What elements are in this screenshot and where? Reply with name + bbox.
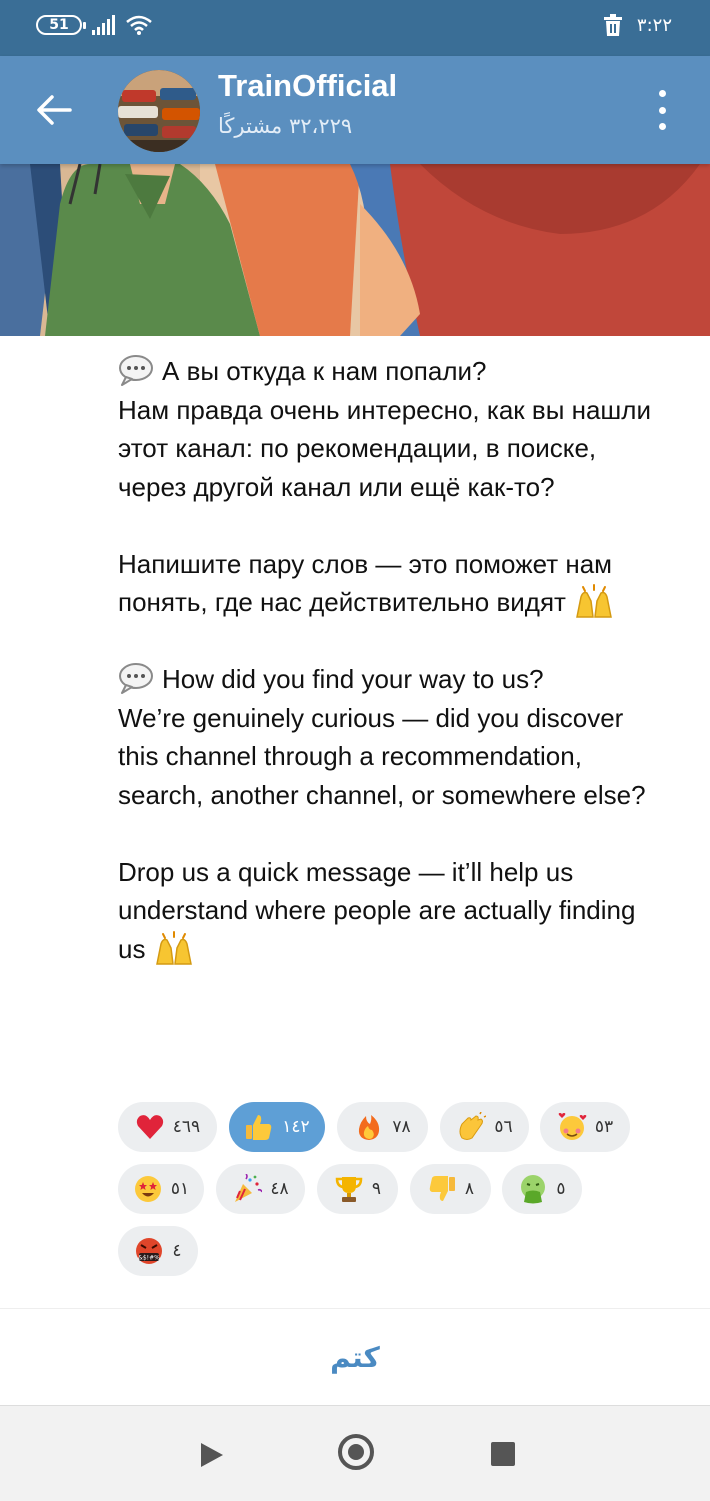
chat-header: TrainOfficial ۳۲،۲۲۹ مشترکًا: [0, 56, 710, 164]
paragraph-2: Напишите пару слов — это поможет нам пон…: [118, 545, 658, 622]
vomit-face-icon: [521, 1175, 546, 1204]
post-image[interactable]: [0, 164, 710, 336]
reaction-trophy[interactable]: ٩: [317, 1164, 398, 1214]
battery-icon: 51: [36, 15, 86, 35]
channel-avatar[interactable]: [118, 70, 200, 152]
thumbs-up-icon: [246, 1115, 272, 1140]
reaction-heart[interactable]: ٤٦٩: [118, 1102, 217, 1152]
wifi-icon: [126, 15, 152, 35]
status-time: ۳:۲۲: [636, 14, 672, 36]
signal-icon: [92, 15, 115, 35]
reaction-thumbs-up[interactable]: ١٤٢: [229, 1102, 325, 1152]
speech-bubble-icon: [119, 355, 153, 386]
party-popper-icon: [235, 1174, 263, 1202]
post-text: А вы откуда к нам попали? Нам правда оче…: [118, 352, 658, 968]
paragraph-4: Drop us a quick message — it’ll help us …: [118, 856, 636, 965]
star-struck-icon: [134, 1176, 161, 1202]
raised-hands-icon: [155, 930, 192, 965]
trophy-icon: [335, 1177, 363, 1202]
divider: [0, 1308, 710, 1309]
reaction-fire[interactable]: ٧٨: [337, 1102, 428, 1152]
fire-icon: [359, 1115, 380, 1140]
reaction-party-popper[interactable]: ٤٨: [216, 1164, 305, 1214]
thumbs-down-icon: [429, 1176, 455, 1201]
reaction-clap[interactable]: ٥٦: [440, 1102, 529, 1152]
cursing-face-icon: &$!#%: [136, 1238, 163, 1264]
more-options-icon[interactable]: [650, 90, 674, 130]
reaction-smiling-hearts[interactable]: ٥٣: [540, 1102, 630, 1152]
trash-icon: [603, 14, 622, 36]
subscriber-count: ۳۲،۲۲۹ مشترکًا: [218, 114, 353, 138]
system-nav-bar: [0, 1405, 710, 1501]
clap-icon: [459, 1112, 487, 1140]
nav-recents-icon[interactable]: [491, 1442, 515, 1466]
raised-hands-icon: [576, 584, 613, 618]
heart-icon: [136, 1115, 163, 1139]
nav-home-icon[interactable]: [338, 1434, 374, 1470]
nav-back-icon[interactable]: [199, 1441, 225, 1469]
speech-bubble-icon: [119, 663, 153, 694]
paragraph-1: А вы откуда к нам попали? Нам правда оче…: [118, 355, 651, 502]
svg-text:&$!#%: &$!#%: [139, 1255, 161, 1262]
reaction-vomit-face[interactable]: ٥: [502, 1164, 582, 1214]
reaction-thumbs-down[interactable]: ٨: [410, 1164, 491, 1214]
channel-title[interactable]: TrainOfficial: [218, 68, 397, 104]
status-bar: 51 ۳:۲۲: [0, 0, 710, 56]
paragraph-3: How did you find your way to us? We’re g…: [118, 663, 646, 810]
back-arrow-icon[interactable]: [34, 90, 74, 130]
reaction-cursing-face[interactable]: &$!#% ٤: [118, 1226, 198, 1276]
smiling-hearts-icon: [558, 1113, 587, 1140]
mute-button[interactable]: كتم: [0, 1310, 710, 1404]
reaction-star-struck[interactable]: ٥١: [118, 1164, 204, 1214]
